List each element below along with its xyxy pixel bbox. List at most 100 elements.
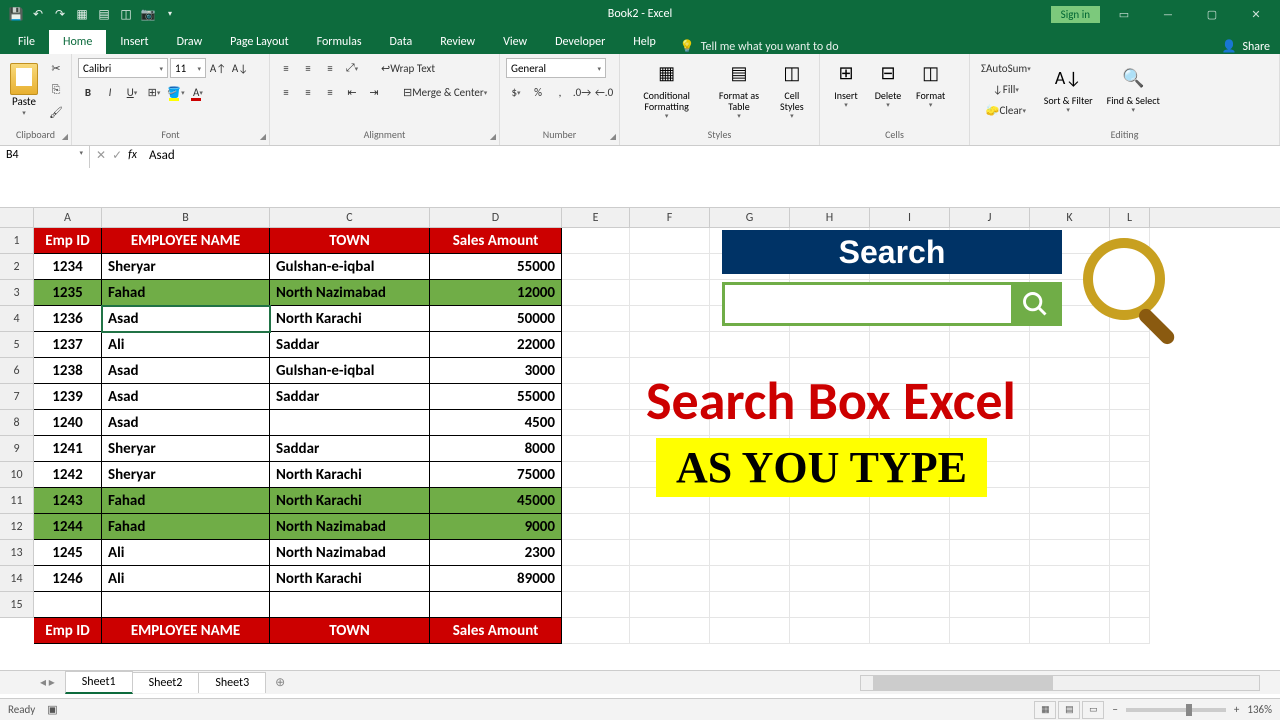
cell[interactable] [710,332,790,358]
row-1[interactable]: 1 [0,228,34,254]
cell[interactable] [1110,462,1150,488]
cell[interactable] [562,306,630,332]
zoom-slider[interactable] [1126,708,1226,712]
sheet-tab-2[interactable]: Sheet2 [132,672,200,693]
font-dialog-icon[interactable]: ◢ [260,132,266,142]
qat-icon-1[interactable]: ▦ [74,6,90,22]
row-7[interactable]: 7 [0,384,34,410]
formula-input[interactable]: Asad [143,146,1280,207]
cell[interactable]: 75000 [430,462,562,488]
insert-cells-button[interactable]: ⊞ Insert▾ [826,58,866,111]
cell[interactable]: Asad [102,306,270,332]
cell[interactable]: Ali [102,332,270,358]
cell[interactable] [630,514,710,540]
cell[interactable]: 89000 [430,566,562,592]
zoom-in-icon[interactable]: + [1234,703,1239,716]
delete-cells-button[interactable]: ⊟ Delete▾ [868,58,908,111]
align-middle-icon[interactable]: ≡ [298,58,318,78]
cell[interactable]: Fahad [102,488,270,514]
cell[interactable] [790,514,870,540]
save-icon[interactable]: 💾 [8,6,24,22]
cell[interactable] [630,306,710,332]
fx-cancel-icon[interactable]: ✕ [96,148,106,163]
cell[interactable]: North Karachi [270,488,430,514]
percent-icon[interactable]: % [528,82,548,102]
cell[interactable]: North Nazimabad [270,540,430,566]
cell[interactable] [950,514,1030,540]
cell[interactable]: TOWN [270,618,430,644]
cell[interactable] [562,566,630,592]
cell[interactable] [562,592,630,618]
cell[interactable] [790,618,870,644]
increase-decimal-icon[interactable]: .0→ [572,82,592,102]
undo-icon[interactable]: ↶ [30,6,46,22]
cell[interactable] [950,592,1030,618]
cell[interactable]: 1237 [34,332,102,358]
cell[interactable]: Saddar [270,436,430,462]
cell[interactable]: 9000 [430,514,562,540]
cell[interactable] [630,566,710,592]
cell[interactable]: Fahad [102,514,270,540]
alignment-dialog-icon[interactable]: ◢ [490,132,496,142]
cell[interactable]: North Nazimabad [270,280,430,306]
cell[interactable] [1030,592,1110,618]
cell[interactable] [870,540,950,566]
tab-page-layout[interactable]: Page Layout [216,30,302,54]
cell[interactable] [1110,514,1150,540]
cell[interactable] [630,228,710,254]
tab-help[interactable]: Help [619,30,670,54]
page-break-view-icon[interactable]: ▭ [1082,701,1104,719]
normal-view-icon[interactable]: ▦ [1034,701,1056,719]
copy-icon[interactable]: ⎘ [46,80,66,100]
cell[interactable]: 1236 [34,306,102,332]
cell[interactable]: Sheryar [102,254,270,280]
cell[interactable]: 4500 [430,410,562,436]
merge-center-button[interactable]: ⊟ Merge & Center▾ [398,82,492,102]
cell[interactable] [790,566,870,592]
cell[interactable]: Gulshan-e-iqbal [270,254,430,280]
cell[interactable] [1110,592,1150,618]
maximize-icon[interactable]: ▢ [1192,0,1232,28]
cell[interactable] [950,540,1030,566]
col-F[interactable]: F [630,208,710,227]
underline-button[interactable]: U▾ [122,82,142,102]
orientation-icon[interactable]: ⤢▾ [342,58,362,78]
qat-icon-2[interactable]: ▤ [96,6,112,22]
cell[interactable] [430,592,562,618]
wrap-text-button[interactable]: ↩ Wrap Text [376,58,440,78]
paste-button[interactable]: Paste ▾ [6,61,42,119]
comma-icon[interactable]: , [550,82,570,102]
font-name-select[interactable]: Calibri▾ [78,58,168,78]
cell[interactable]: 1242 [34,462,102,488]
col-E[interactable]: E [562,208,630,227]
cell[interactable] [870,592,950,618]
row-15[interactable]: 15 [0,592,34,618]
tell-me-search[interactable]: 💡 Tell me what you want to do [670,39,849,54]
col-H[interactable]: H [790,208,870,227]
decrease-decimal-icon[interactable]: ←.0 [594,82,614,102]
redo-icon[interactable]: ↷ [52,6,68,22]
cell[interactable]: 1238 [34,358,102,384]
zoom-out-icon[interactable]: − [1112,703,1117,716]
border-button[interactable]: ⊞▾ [144,82,164,102]
cell[interactable] [1030,384,1110,410]
cell[interactable]: Sales Amount [430,618,562,644]
col-C[interactable]: C [270,208,430,227]
cell[interactable]: 50000 [430,306,562,332]
cell[interactable] [270,592,430,618]
qat-icon-3[interactable]: ◫ [118,6,134,22]
find-select-button[interactable]: 🔍 Find & Select▾ [1101,63,1166,116]
tab-view[interactable]: View [489,30,541,54]
shrink-font-icon[interactable]: A↓ [230,58,250,78]
cell[interactable]: Asad [102,358,270,384]
share-button[interactable]: Share [1242,40,1270,54]
cell[interactable] [562,384,630,410]
tab-insert[interactable]: Insert [106,30,162,54]
add-sheet-button[interactable]: ⊕ [265,672,295,693]
cell[interactable] [34,592,102,618]
cell[interactable] [1110,384,1150,410]
cell[interactable]: 1234 [34,254,102,280]
row-13[interactable]: 13 [0,540,34,566]
col-B[interactable]: B [102,208,270,227]
cell[interactable] [870,332,950,358]
